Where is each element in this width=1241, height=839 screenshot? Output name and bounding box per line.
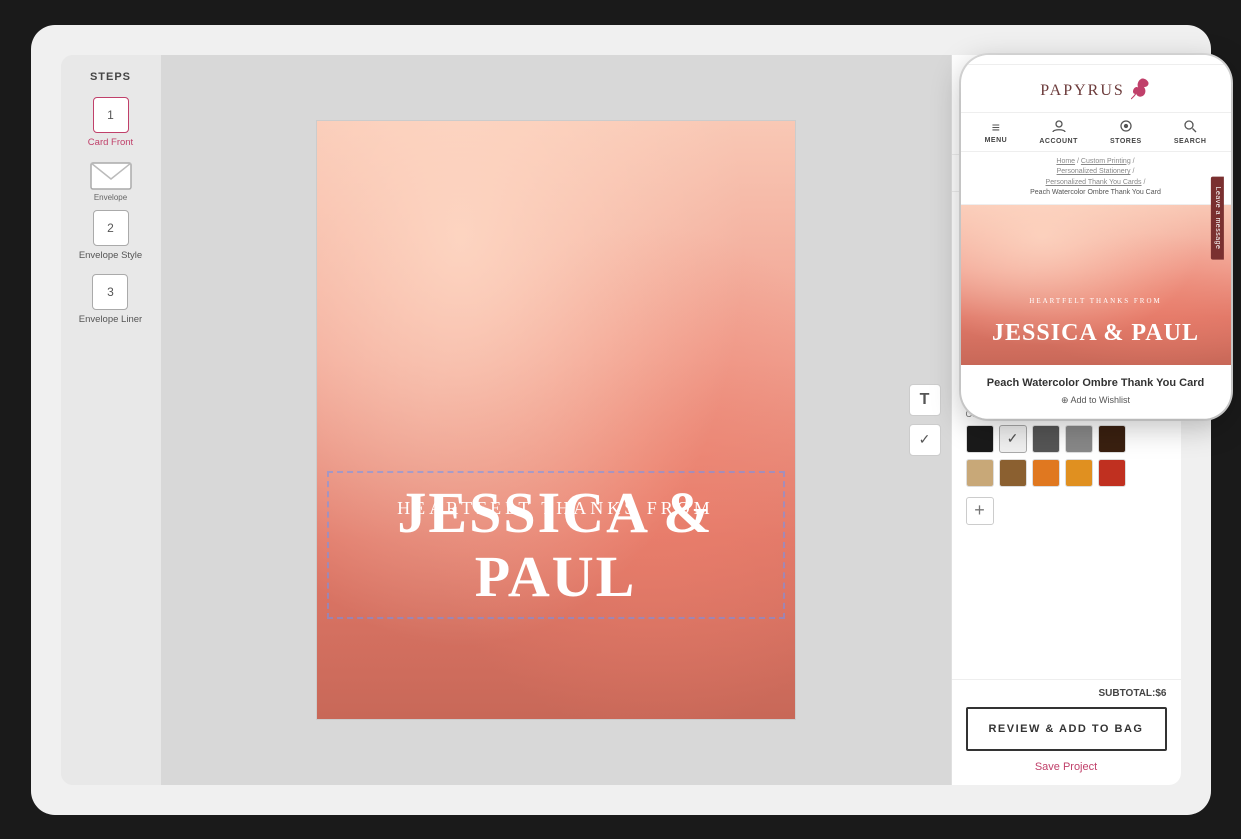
color-swatches-row2 xyxy=(966,459,1167,487)
step-2[interactable]: 2 Envelope Style xyxy=(79,210,142,262)
mobile-menu-item[interactable]: ≡ MENU xyxy=(985,119,1008,145)
step-3-number: 3 xyxy=(92,274,128,310)
mobile-card-image: HEARTFELT THANKS FROM JESSICA & PAUL xyxy=(961,205,1231,365)
color-brown[interactable] xyxy=(999,459,1027,487)
selected-checkmark: ✓ xyxy=(1000,426,1026,452)
step-3-label: Envelope Liner xyxy=(79,314,142,326)
main-container: STEPS 1 Card Front Envelope 2 Envelope S… xyxy=(31,25,1211,815)
step-2-number: 2 xyxy=(93,210,129,246)
account-label: ACCOUNT xyxy=(1039,138,1078,145)
envelope-icon xyxy=(89,161,133,191)
account-icon xyxy=(1052,119,1066,136)
confirm-tool-button[interactable]: ✓ xyxy=(909,424,941,456)
mobile-product-info: Peach Watercolor Ombre Thank You Card ⊕ … xyxy=(961,365,1231,419)
card-watercolor-bg xyxy=(317,121,795,719)
search-icon xyxy=(1183,119,1197,136)
mobile-breadcrumb: Home / Custom Printing / Personalized St… xyxy=(961,152,1231,205)
step-1-label: Card Front xyxy=(88,137,133,149)
color-white[interactable]: ✓ xyxy=(999,425,1027,453)
color-medium-gray[interactable] xyxy=(1065,425,1093,453)
breadcrumb-current: Peach Watercolor Ombre Thank You Card xyxy=(1030,189,1161,196)
subtotal-row: SUBTOTAL: $6 xyxy=(952,679,1181,707)
canvas-tools: T ✓ xyxy=(909,384,941,456)
mobile-preview: PAPYRUS ≡ MENU xyxy=(961,55,1231,419)
card-names-text[interactable]: JESSICA & PAUL xyxy=(327,471,785,619)
card-preview[interactable]: HEARTFELT THANKS FROM JESSICA & PAUL xyxy=(316,120,796,720)
color-amber[interactable] xyxy=(1065,459,1093,487)
check-icon: ✓ xyxy=(919,431,931,448)
color-dark-brown[interactable] xyxy=(1098,425,1126,453)
review-add-to-bag-button[interactable]: REVIEW & ADD TO BAG xyxy=(966,707,1167,751)
breadcrumb-home[interactable]: Home xyxy=(1056,158,1075,165)
mobile-account-item[interactable]: ACCOUNT xyxy=(1039,119,1078,145)
color-dark-gray[interactable] xyxy=(1032,425,1060,453)
color-swatches-row1: ✓ xyxy=(966,425,1167,453)
mobile-names-text: JESSICA & PAUL xyxy=(969,320,1223,347)
mobile-nav: ≡ MENU ACCOUNT S xyxy=(961,113,1231,152)
add-color-button[interactable]: + xyxy=(966,497,994,525)
mobile-brand-header: PAPYRUS xyxy=(961,65,1231,113)
step-1[interactable]: 1 Card Front xyxy=(88,97,133,149)
stores-label: STORES xyxy=(1110,138,1142,145)
breadcrumb-custom-printing[interactable]: Custom Printing xyxy=(1081,158,1131,165)
stores-icon xyxy=(1119,119,1133,136)
color-tan[interactable] xyxy=(966,459,994,487)
mobile-wishlist-button[interactable]: ⊕ Add to Wishlist xyxy=(977,395,1215,406)
breadcrumb-personalized-stationery[interactable]: Personalized Stationery xyxy=(1057,168,1131,175)
mobile-product-title: Peach Watercolor Ombre Thank You Card xyxy=(977,377,1215,389)
color-red[interactable] xyxy=(1098,459,1126,487)
subtotal-value: $6 xyxy=(1155,688,1166,699)
step-3[interactable]: 3 Envelope Liner xyxy=(79,274,142,326)
text-tool-button[interactable]: T xyxy=(909,384,941,416)
subtotal-label: SUBTOTAL: xyxy=(1099,688,1156,699)
steps-sidebar: STEPS 1 Card Front Envelope 2 Envelope S… xyxy=(61,55,161,785)
color-orange[interactable] xyxy=(1032,459,1060,487)
search-label: SEARCH xyxy=(1174,138,1207,145)
mobile-top-bar xyxy=(961,55,1231,65)
envelope-visual: Envelope xyxy=(89,161,133,202)
breadcrumb-thank-you-cards[interactable]: Personalized Thank You Cards xyxy=(1046,179,1142,186)
mobile-brand-name: PAPYRUS xyxy=(1040,82,1125,100)
steps-title: STEPS xyxy=(90,71,131,83)
mobile-logo: PAPYRUS xyxy=(977,77,1215,106)
mobile-stores-item[interactable]: STORES xyxy=(1110,119,1142,145)
card-canvas: HEARTFELT THANKS FROM JESSICA & PAUL T ✓ xyxy=(161,55,951,785)
text-icon: T xyxy=(920,391,930,409)
menu-icon: ≡ xyxy=(992,119,1000,135)
feedback-tab[interactable]: Leave a message xyxy=(1211,177,1224,260)
save-project-link[interactable]: Save Project xyxy=(952,761,1181,785)
mobile-hummingbird-icon xyxy=(1131,77,1151,106)
step-1-number: 1 xyxy=(93,97,129,133)
mobile-search-item[interactable]: SEARCH xyxy=(1174,119,1207,145)
menu-label: MENU xyxy=(985,137,1008,144)
mobile-heartfelt-text: HEARTFELT THANKS FROM xyxy=(961,297,1231,305)
envelope-label: Envelope xyxy=(94,193,127,202)
color-black[interactable] xyxy=(966,425,994,453)
step-2-label: Envelope Style xyxy=(79,250,142,262)
